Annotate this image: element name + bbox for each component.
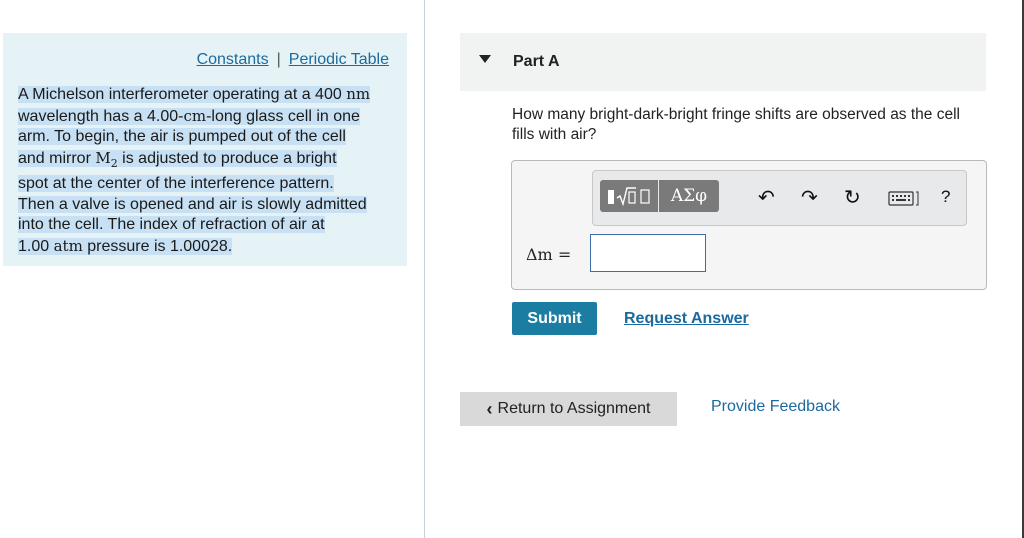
templates-button[interactable] xyxy=(600,180,658,212)
problem-text-line: pressure is 1.00028. xyxy=(82,237,233,255)
problem-text: A Michelson interferometer operating at … xyxy=(18,84,398,257)
problem-text-line: into the cell. The index of refraction o… xyxy=(18,216,325,233)
problem-text-line: -long glass cell in one xyxy=(206,107,360,125)
request-answer-link[interactable]: Request Answer xyxy=(624,310,749,328)
collapse-triangle-icon[interactable] xyxy=(479,55,491,63)
part-header[interactable]: Part A xyxy=(460,33,986,91)
help-button[interactable]: ? xyxy=(941,187,950,207)
constants-link[interactable]: Constants xyxy=(197,51,269,68)
mirror-symbol: M2 xyxy=(95,148,118,170)
redo-icon[interactable]: ↷ xyxy=(801,185,818,209)
problem-text-line: arm. To begin, the air is pumped out of … xyxy=(18,128,346,145)
unit-nm: nm xyxy=(346,85,371,103)
problem-text-line: A Michelson interferometer operating at … xyxy=(18,86,347,103)
undo-icon[interactable]: ↶ xyxy=(758,185,775,209)
problem-text-line: and mirror xyxy=(18,149,96,167)
answer-input[interactable] xyxy=(590,234,706,272)
problem-text-line: wavelength has a 4.00- xyxy=(18,107,184,125)
return-label: Return to Assignment xyxy=(497,400,651,417)
part-title: Part A xyxy=(513,53,560,70)
math-toolbar: ΑΣφ ↶ ↷ ↻ ? xyxy=(592,170,967,226)
problem-text-line: 1.00 xyxy=(18,237,54,255)
resource-links: Constants | Periodic Table xyxy=(197,51,389,69)
chevron-left-icon: ‹ xyxy=(486,398,493,419)
problem-text-line: Then a valve is opened and air is slowly… xyxy=(18,195,367,213)
panel-divider xyxy=(424,0,425,538)
periodic-table-link[interactable]: Periodic Table xyxy=(289,51,389,68)
problem-text-line: is adjusted to produce a bright xyxy=(117,149,337,167)
return-to-assignment-button[interactable]: ‹ Return to Assignment xyxy=(460,392,677,426)
problem-text-line: spot at the center of the interference p… xyxy=(18,175,334,192)
unit-cm: cm xyxy=(183,106,207,125)
answer-label: Δm = xyxy=(526,245,572,264)
links-separator: | xyxy=(276,51,281,68)
submit-button[interactable]: Submit xyxy=(512,302,597,335)
greek-symbols-button[interactable]: ΑΣφ xyxy=(659,180,719,212)
sqrt-template-icon xyxy=(608,187,650,207)
unit-atm: atm xyxy=(53,236,83,255)
answer-box: ΑΣφ ↶ ↷ ↻ ? Δm = xyxy=(511,160,987,290)
keyboard-icon[interactable] xyxy=(888,189,922,207)
problem-panel: Constants | Periodic Table A Michelson int… xyxy=(3,33,407,266)
reset-icon[interactable]: ↻ xyxy=(844,185,861,209)
question-text: How many bright-dark-bright fringe shift… xyxy=(512,106,960,143)
provide-feedback-link[interactable]: Provide Feedback xyxy=(711,398,840,416)
